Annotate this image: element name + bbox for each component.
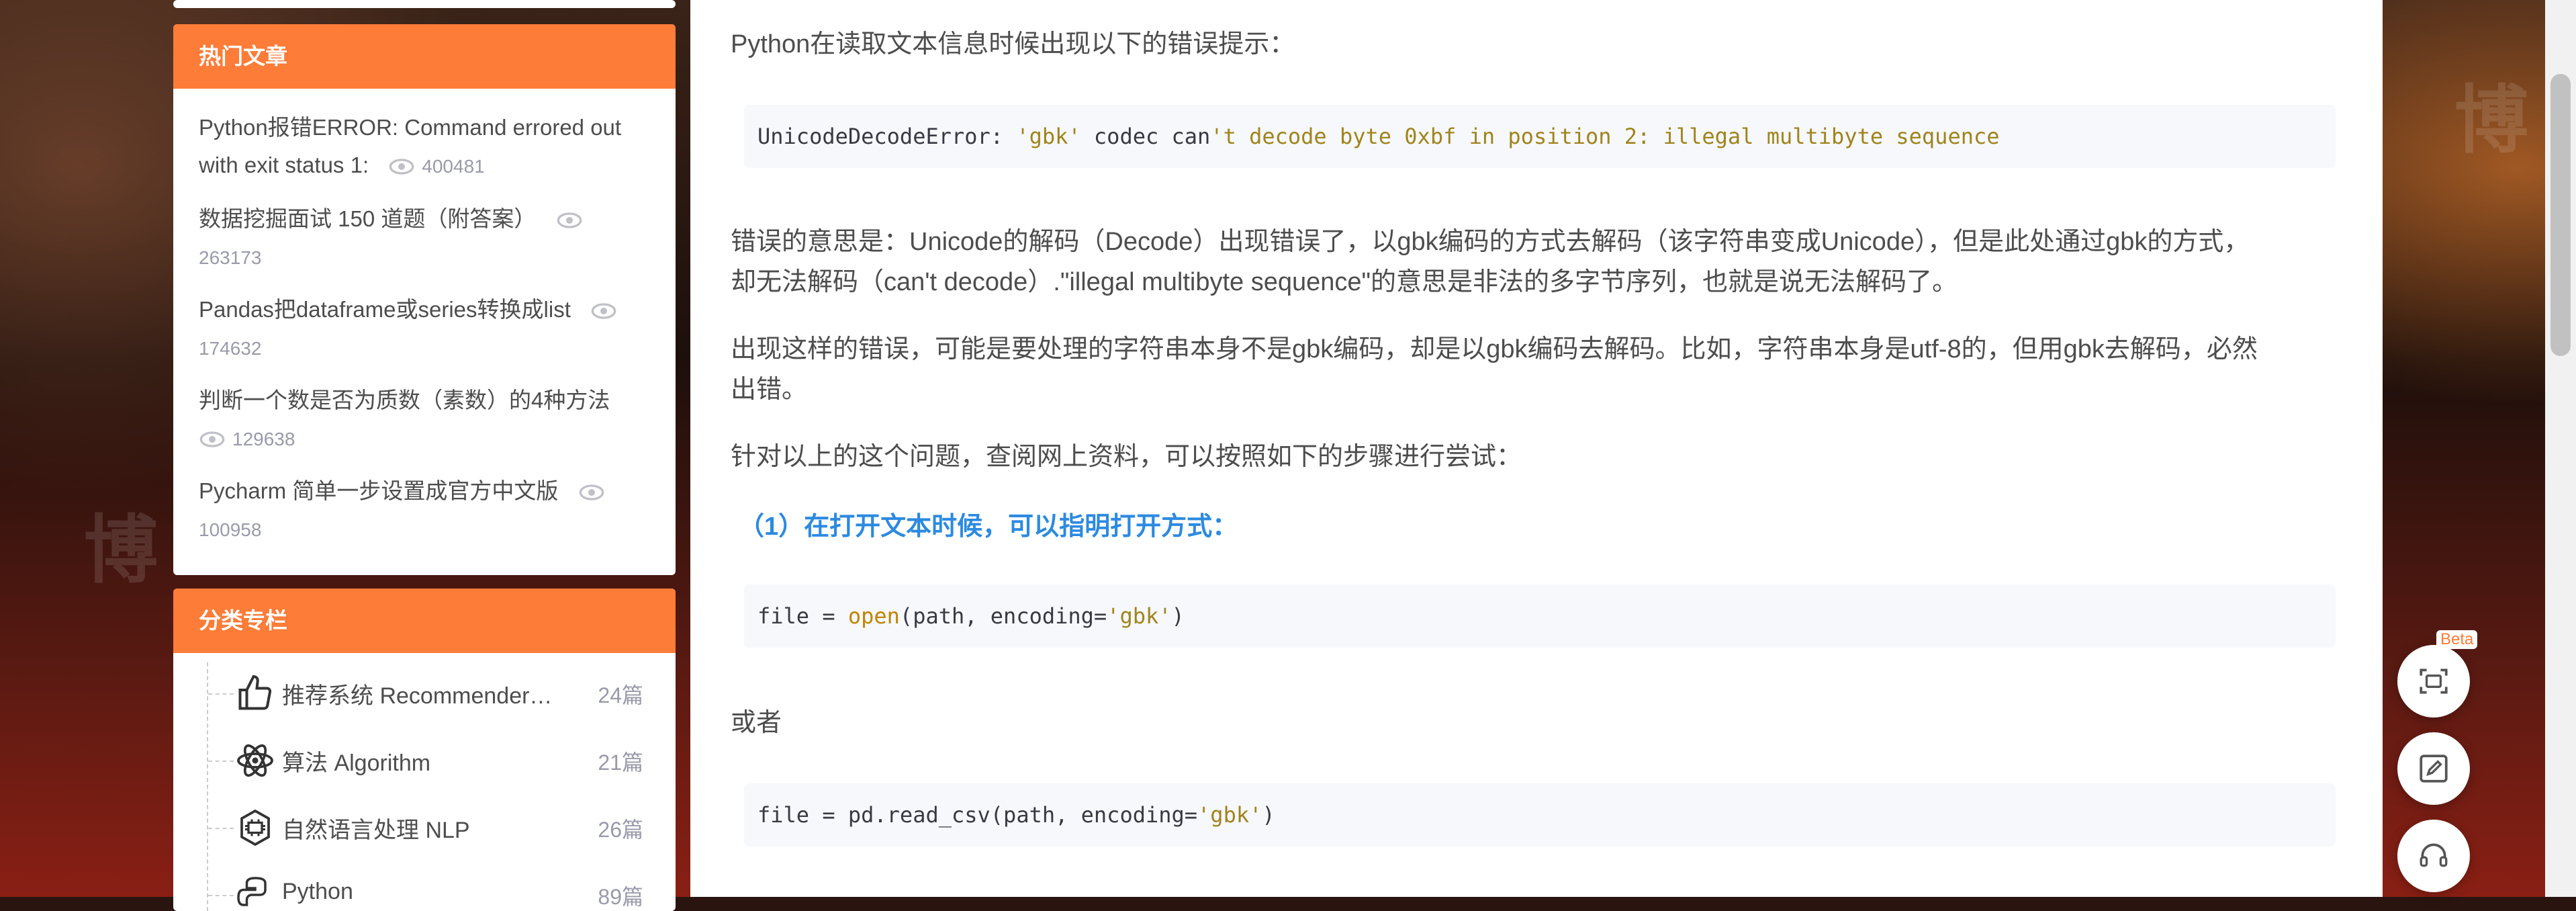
category-name[interactable]: 自然语言处理 NLP xyxy=(282,812,571,844)
hot-article-views: 100958 xyxy=(199,519,262,540)
scan-icon xyxy=(2420,668,2448,694)
customer-service-button[interactable] xyxy=(2397,820,2470,892)
hot-article-item[interactable]: 判断一个数是否为质数（素数）的4种方法 129638 xyxy=(199,382,655,458)
code-token-string: 'gbk' xyxy=(1107,603,1172,629)
hot-article-views: 400481 xyxy=(422,156,485,177)
eye-icon xyxy=(579,484,604,501)
categories-card: 分类专栏 推荐系统 Recommender… 24篇 算法 Algorithm … xyxy=(173,589,676,911)
eye-icon xyxy=(557,212,582,228)
background-decoration: 博 xyxy=(71,511,158,593)
hot-articles-title: 热门文章 xyxy=(173,24,676,89)
category-name[interactable]: 算法 Algorithm xyxy=(282,744,571,777)
hot-article-item[interactable]: Pandas把dataframe或series转换成list 174632 xyxy=(199,291,655,367)
category-connector xyxy=(208,761,234,762)
hot-article-item[interactable]: Python报错ERROR: Command errored out with … xyxy=(199,109,655,185)
hot-article-item[interactable]: 数据挖掘面试 150 道题（附答案） 263173 xyxy=(199,200,655,277)
code-line: file = pd.read_csv(path, encoding='gbk') xyxy=(757,802,1275,828)
hot-article-title[interactable]: Pycharm 简单一步设置成官方中文版 xyxy=(199,478,558,503)
hot-article-views: 263173 xyxy=(199,247,262,268)
category-item[interactable]: 推荐系统 Recommender… 24篇 xyxy=(207,660,643,727)
hot-article-views: 129638 xyxy=(232,429,295,449)
code-token: ) xyxy=(1262,802,1275,828)
article-paragraph-cause: 出现这样的错误，可能是要处理的字符串本身不是gbk编码，却是以gbk编码去解码。… xyxy=(731,329,2356,410)
beta-badge: Beta xyxy=(2436,630,2478,649)
article-content: Python在读取文本信息时候出现以下的错误提示： UnicodeDecodeE… xyxy=(690,0,2383,897)
eye-icon xyxy=(199,431,225,447)
headset-icon xyxy=(2420,843,2448,867)
category-item[interactable]: 自然语言处理 NLP 26篇 xyxy=(207,794,643,861)
article-paragraph-intro: Python在读取文本信息时候出现以下的错误提示： xyxy=(731,30,1295,58)
code-token: codec can xyxy=(1080,124,1211,149)
paragraph-line: 错误的意思是：Unicode的解码（Decode）出现错误了，以gbk编码的方式… xyxy=(731,228,2250,256)
code-token: UnicodeDecodeError: xyxy=(757,124,1017,149)
sidebar-card-top-remnant xyxy=(173,0,676,8)
code-token-string: 'gbk' xyxy=(1197,802,1262,828)
code-token: (path, encoding= xyxy=(899,603,1107,629)
code-block-read-csv: file = pd.read_csv(path, encoding='gbk') xyxy=(744,783,2336,847)
paragraph-line: 出错。 xyxy=(731,376,808,404)
hot-articles-card: 热门文章 Python报错ERROR: Command errored out … xyxy=(173,24,676,575)
background-decoration-right: 博 xyxy=(2442,81,2528,163)
atom-icon xyxy=(237,744,273,777)
paragraph-line: 却无法解码（can't decode）."illegal multibyte s… xyxy=(731,268,1958,296)
code-block-error: UnicodeDecodeError: 'gbk' codec can't de… xyxy=(744,105,2336,168)
code-token: ) xyxy=(1171,603,1185,629)
code-token: file = xyxy=(757,603,848,629)
article-paragraph-steps: 针对以上的这个问题，查阅网上资料，可以按照如下的步骤进行尝试： xyxy=(731,443,1522,471)
hot-article-item[interactable]: Pycharm 简单一步设置成官方中文版 100958 xyxy=(199,472,655,549)
edit-icon xyxy=(2420,754,2448,783)
code-line: file = open(path, encoding='gbk') xyxy=(757,603,1185,629)
hot-article-title[interactable]: 判断一个数是否为质数（素数）的4种方法 xyxy=(199,388,610,413)
paragraph-line: 出现这样的错误，可能是要处理的字符串本身不是gbk编码，却是以gbk编码去解码。… xyxy=(731,335,2258,363)
page-scrollbar[interactable] xyxy=(2545,0,2576,897)
article-paragraph-or: 或者 xyxy=(731,709,782,737)
code-token-string: 'gbk' xyxy=(1016,124,1081,149)
code-block-open: file = open(path, encoding='gbk') xyxy=(744,584,2336,648)
hot-article-title[interactable]: 数据挖掘面试 150 道题（附答案） xyxy=(199,206,536,231)
category-connector xyxy=(208,895,234,896)
article-heading-step-1: （1）在打开文本时候，可以指明打开方式： xyxy=(739,513,1238,541)
category-connector xyxy=(208,693,234,695)
category-count: 24篇 xyxy=(598,683,643,707)
code-token-string: 't decode byte 0xbf in position 2: illeg… xyxy=(1210,124,2000,149)
article-paragraph-meaning: 错误的意思是：Unicode的解码（Decode）出现错误了，以gbk编码的方式… xyxy=(731,222,2356,302)
category-name[interactable]: 推荐系统 Recommender… xyxy=(282,677,571,710)
scrollbar-thumb[interactable] xyxy=(2550,74,2571,356)
category-item[interactable]: 算法 Algorithm 21篇 xyxy=(207,727,643,794)
hot-article-title[interactable]: Pandas把dataframe或series转换成list xyxy=(199,297,571,322)
edit-button[interactable] xyxy=(2397,732,2470,805)
code-line: UnicodeDecodeError: 'gbk' codec can't de… xyxy=(757,124,2000,149)
eye-icon xyxy=(591,303,616,319)
categories-title: 分类专栏 xyxy=(173,589,676,653)
category-item[interactable]: Python 89篇 xyxy=(207,861,643,911)
category-connector xyxy=(208,828,234,829)
python-icon xyxy=(237,877,267,906)
hot-article-views: 174632 xyxy=(199,338,262,359)
code-token-function: open xyxy=(847,603,900,629)
eye-icon xyxy=(389,159,414,175)
thumbs-up-icon xyxy=(238,675,272,710)
category-count: 21篇 xyxy=(598,750,643,775)
ai-assistant-button[interactable]: Beta xyxy=(2397,630,2478,718)
category-count: 89篇 xyxy=(598,885,643,909)
category-name[interactable]: Python xyxy=(282,879,571,905)
code-token: file = pd.read_csv(path, encoding= xyxy=(757,802,1198,828)
category-count: 26篇 xyxy=(598,818,643,842)
chip-icon xyxy=(240,809,270,847)
